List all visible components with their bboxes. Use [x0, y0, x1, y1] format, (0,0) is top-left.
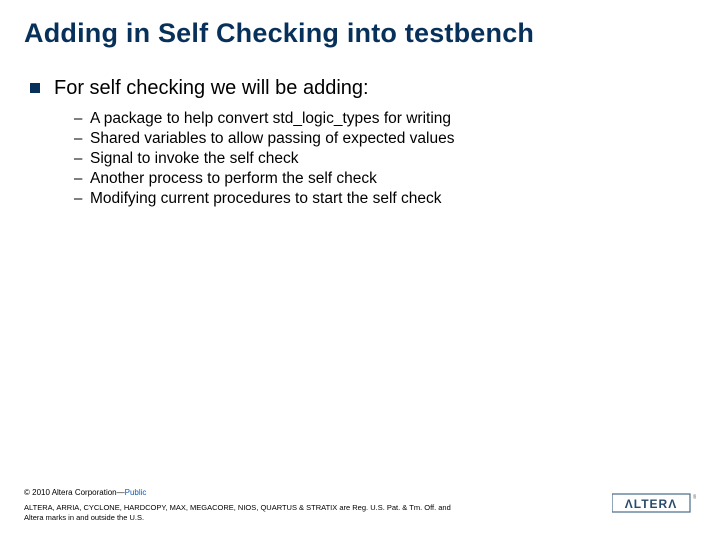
dash-icon: –	[74, 110, 90, 127]
list-item-text: Shared variables to allow passing of exp…	[90, 130, 454, 148]
list-item: – Signal to invoke the self check	[74, 150, 696, 168]
slide-title: Adding in Self Checking into testbench	[24, 18, 696, 49]
list-item-text: Another process to perform the self chec…	[90, 170, 377, 188]
copyright-public: Public	[125, 488, 147, 497]
dash-icon: –	[74, 170, 90, 187]
sub-bullet-list: – A package to help convert std_logic_ty…	[74, 110, 696, 208]
svg-text:ΛLTERΛ: ΛLTERΛ	[625, 497, 677, 511]
copyright-line: © 2010 Altera Corporation—Public	[24, 488, 696, 497]
svg-text:®: ®	[693, 494, 696, 501]
list-item: – Modifying current procedures to start …	[74, 190, 696, 208]
square-bullet-icon	[30, 83, 40, 93]
list-item: – Another process to perform the self ch…	[74, 170, 696, 188]
dash-icon: –	[74, 130, 90, 147]
list-item: – Shared variables to allow passing of e…	[74, 130, 696, 148]
bullet-level1: For self checking we will be adding:	[30, 77, 696, 100]
trademark-line: ALTERA, ARRIA, CYCLONE, HARDCOPY, MAX, M…	[24, 503, 464, 522]
list-item: – A package to help convert std_logic_ty…	[74, 110, 696, 128]
slide-footer: © 2010 Altera Corporation—Public ALTERA,…	[24, 488, 696, 522]
list-item-text: Signal to invoke the self check	[90, 150, 299, 168]
copyright-text: © 2010 Altera Corporation—	[24, 488, 125, 497]
dash-icon: –	[74, 150, 90, 167]
list-item-text: A package to help convert std_logic_type…	[90, 110, 451, 128]
list-item-text: Modifying current procedures to start th…	[90, 190, 442, 208]
dash-icon: –	[74, 190, 90, 207]
slide: Adding in Self Checking into testbench F…	[0, 0, 720, 540]
bullet-level1-text: For self checking we will be adding:	[54, 77, 369, 100]
altera-logo: ΛLTERΛ ®	[612, 491, 696, 522]
